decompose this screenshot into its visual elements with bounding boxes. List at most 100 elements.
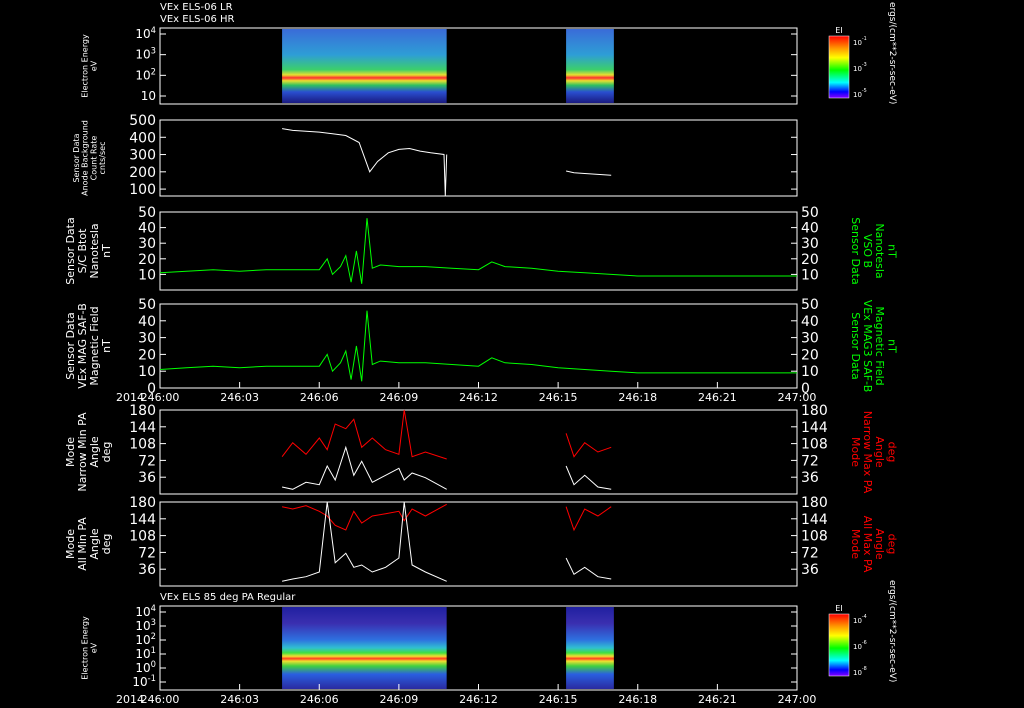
y-tick-label: 400 — [129, 130, 156, 146]
time-axis: 2014246:00 246:03 246:06 246:09 246:12 246:15… — [116, 684, 816, 706]
multi-panel-plot: 10 102 103 104 EI 10-1 10-3 10-5 ergs/(cm**2-sr-… — [64, 2, 898, 706]
right-axis-label-line: nT — [885, 244, 898, 258]
y-axis-label-line: Nanotesla — [88, 223, 101, 278]
y-axis-label-line: VEx MAG SAF-B — [76, 303, 89, 389]
y-axis-label-line: Mode — [64, 529, 77, 559]
y-axis-label-line: Anode Background — [81, 120, 90, 196]
y-tick-label-right: 36 — [801, 562, 819, 578]
y-tick-label-right: 180 — [801, 403, 828, 419]
y-tick-label-right: 50 — [801, 297, 819, 313]
time-tick-label: 246:18 — [618, 391, 657, 404]
time-tick-label: 246:21 — [698, 391, 737, 404]
panel-frame — [159, 303, 798, 389]
time-tick-label: 247:00 — [778, 693, 817, 706]
colorbar-label: EI — [835, 604, 842, 613]
y-tick-label-right: 10 — [801, 364, 819, 380]
y-axis-label: Sensor Data S/C Btot Nanotesla nT — [64, 217, 113, 284]
right-axis-label: Sensor Data VEx MAG3 SAF-B Magnetic Field n… — [849, 300, 898, 393]
time-tick-label: 246:03 — [220, 693, 259, 706]
time-tick-label: 246:21 — [698, 693, 737, 706]
y-tick-label: 144 — [129, 420, 156, 436]
right-axis-label-line: Narrow Max PA — [861, 411, 874, 494]
spectrogram-block — [566, 29, 614, 103]
y-axis-label-line: deg — [100, 534, 113, 555]
y-axis-label-line: Magnetic Field — [88, 306, 101, 385]
y-tick-label: 103 — [135, 46, 156, 62]
colorbar — [828, 35, 850, 99]
y-tick-label: 100 — [129, 182, 156, 198]
series-line — [565, 170, 612, 176]
right-axis-label-line: Sensor Data — [849, 312, 862, 379]
y-tick-label-right: 20 — [801, 252, 819, 268]
right-axis-label-line: Magnetic Field — [873, 306, 886, 385]
colorbar-tick-label: 10-6 — [853, 640, 867, 651]
y-tick-label: 300 — [129, 148, 156, 164]
panel-spectrogram-bottom: 10-1100101102103104 EI10-410-610-8 ergs/(c… — [81, 580, 897, 691]
y-axis-label: Mode Narrow Min PA Angle deg — [64, 412, 113, 492]
series-line — [281, 409, 447, 460]
right-axis-label-line: VSO B — [861, 234, 874, 268]
time-tick-label: 247:00 — [778, 391, 817, 404]
time-tick-label: 246:09 — [380, 391, 419, 404]
y-tick-label: 50 — [138, 297, 156, 313]
y-tick-label: 36 — [138, 470, 156, 486]
series-line — [565, 465, 612, 490]
colorbar-tick-label: 10-4 — [853, 614, 867, 625]
y-axis-label-line: deg — [100, 442, 113, 463]
y-axis-label-line: Sensor Data — [72, 133, 81, 182]
y-tick-label-right: 30 — [801, 331, 819, 347]
y-tick-label-right: 30 — [801, 236, 819, 252]
y-tick-label-right: 36 — [801, 470, 819, 486]
time-tick-label: 246:15 — [539, 391, 578, 404]
y-axis-label-line: nT — [100, 339, 113, 353]
y-axis-label-line: cnts/sec — [98, 142, 107, 175]
y-tick-label-right: 40 — [801, 314, 819, 330]
series-line — [159, 310, 797, 382]
right-axis-label-line: Angle — [873, 528, 886, 560]
panel-bmag-saf: 0 010 1020 2030 3040 4050 50Sensor Data VEx MAG… — [64, 297, 898, 397]
y-tick-label-right: 40 — [801, 221, 819, 237]
y-tick-label: 50 — [138, 205, 156, 221]
panel-count-rate: 100200300 400500 Sensor Data Anode Backgrou… — [72, 113, 798, 198]
y-axis-label-line: Count Rate — [89, 136, 98, 181]
time-tick-label: 246:15 — [539, 693, 578, 706]
y-tick-label: 10 — [138, 267, 156, 283]
time-tick-label: 246:03 — [220, 391, 259, 404]
right-axis-label: Mode All Max PA Angle deg — [849, 516, 898, 573]
panel-bmag-vso: 10 1020 2030 3040 4050 50Sensor Data S/C Btot N… — [64, 205, 898, 291]
panel-frame — [159, 211, 798, 291]
y-axis-label-line: S/C Btot — [76, 228, 89, 273]
y-tick-label-right: 108 — [801, 437, 828, 453]
spectrogram-block — [282, 29, 447, 103]
y-axis-label-line: eV — [89, 642, 98, 653]
y-tick-label-right: 20 — [801, 347, 819, 363]
y-tick-label: 30 — [138, 331, 156, 347]
y-tick-label: 180 — [129, 403, 156, 419]
y-tick-label: 500 — [129, 113, 156, 129]
colorbar — [828, 613, 850, 677]
y-tick-label: 108 — [129, 437, 156, 453]
y-tick-label: 30 — [138, 236, 156, 252]
time-tick-label: 246:00 — [141, 693, 180, 706]
y-tick-label: 20 — [138, 347, 156, 363]
right-axis-label-line: Nanotesla — [873, 223, 886, 278]
y-tick-label: 180 — [129, 495, 156, 511]
y-tick-label-right: 144 — [801, 512, 828, 528]
colorbar-unit: ergs/(cm**2-sr-sec-eV) — [887, 580, 897, 682]
right-axis-label: Sensor Data VSO B Nanotesla nT — [849, 217, 898, 284]
colorbar-label: EI — [835, 26, 842, 35]
y-axis-label-line: eV — [89, 60, 98, 71]
y-tick-label: 10 — [138, 364, 156, 380]
panel-pa-narrow: 36 3672 72108 108144 144180 180Mode Narrow Min… — [64, 403, 898, 495]
y-tick-label: 20 — [138, 252, 156, 268]
time-tick-label: 246:06 — [300, 693, 339, 706]
y-axis-label: Sensor Data VEx MAG SAF-B Magnetic Field nT — [64, 303, 113, 389]
y-axis-label-line: Sensor Data — [64, 217, 77, 284]
time-tick-label: 246:09 — [380, 693, 419, 706]
right-axis-label-line: All Max PA — [861, 516, 874, 573]
y-axis-label-line: Mode — [64, 437, 77, 467]
y-tick-label: 36 — [138, 562, 156, 578]
right-axis-label-line: VEx MAG3 SAF-B — [861, 300, 874, 393]
series-line — [565, 557, 612, 580]
y-tick-label-right: 10 — [801, 267, 819, 283]
